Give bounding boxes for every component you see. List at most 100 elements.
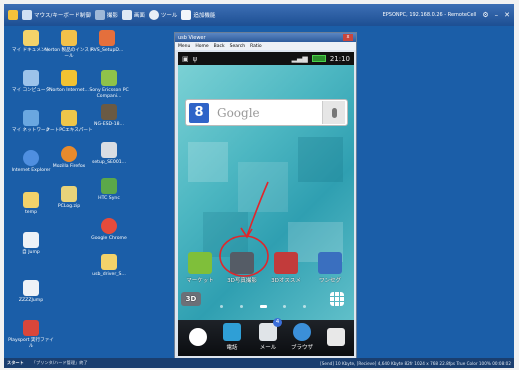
add-icon xyxy=(181,10,192,20)
page-dot xyxy=(303,304,306,308)
market-icon xyxy=(188,252,212,274)
usb-icon: ψ xyxy=(192,54,198,63)
3d-widget-button[interactable]: 3D xyxy=(180,292,202,308)
shoot-label: 撮影 xyxy=(106,13,118,19)
3d-icon: 3D xyxy=(181,292,201,306)
desktop-icon-jump[interactable]: 自 Jump xyxy=(6,232,56,256)
tv-icon xyxy=(318,252,342,274)
app-market[interactable]: マーケット xyxy=(180,252,220,284)
google-search-widget[interactable]: 8 Google xyxy=(185,99,348,126)
extra-button[interactable]: 追加機能 xyxy=(181,10,215,20)
wallpaper-tile xyxy=(298,137,343,182)
screen-label: 画面 xyxy=(133,13,145,19)
app-label: 3D写真撮影 xyxy=(227,278,257,284)
zip-icon xyxy=(61,186,77,202)
desktop-icon-ng-esd[interactable]: NG-ESD-18... xyxy=(84,104,134,128)
app-drawer-button[interactable] xyxy=(326,292,348,308)
keyboard-mouse-label: マウス/キーボード制御 xyxy=(34,13,91,19)
settings-icon[interactable]: ⚙ xyxy=(482,11,488,19)
dock-browser[interactable]: ブラウザ xyxy=(284,323,320,351)
keyboard-mouse-button[interactable]: マウス/キーボード制御 xyxy=(22,10,91,20)
desktop-icon-zzzz-jump[interactable]: ZZZZJump xyxy=(6,280,56,304)
firefox-icon xyxy=(61,146,77,162)
desktop-icon-htc-sync[interactable]: HTC Sync xyxy=(84,178,134,202)
globe-icon xyxy=(293,323,311,341)
screen-button[interactable]: 画面 xyxy=(121,10,145,20)
tools-label: ツール xyxy=(160,13,178,19)
norton-shield-icon xyxy=(61,70,77,86)
phone-viewer-window: usb Viewer x Menu Home Back Search Ratio… xyxy=(174,32,357,358)
windows-desktop: マイ ドキュメント Norton 製品のインストール RVS_SetupD...… xyxy=(4,26,514,358)
dock-mail[interactable]: 4 メール xyxy=(250,318,286,351)
grid-icon xyxy=(330,292,344,306)
desktop-icon-sony-ericsson[interactable]: Sony Ericsson PC Compani... xyxy=(84,70,134,99)
notebook-icon xyxy=(61,110,77,126)
lightning-icon[interactable] xyxy=(8,10,18,20)
gear-icon xyxy=(148,10,159,20)
start-button[interactable]: スタート xyxy=(7,360,24,366)
shoot-button[interactable]: 撮影 xyxy=(94,10,118,20)
signal-icon: ▂▄▆ xyxy=(291,54,308,63)
windows-taskbar: スタート 「プリンタ/ハード管理」終了 [Send] 10 Kbyte, [Re… xyxy=(4,358,514,368)
connection-stats: [Send] 10 Kbyte, [Recieve] 4,640 Kbyte 8… xyxy=(320,360,511,366)
archive-icon xyxy=(101,104,117,120)
menu-item-search[interactable]: Search xyxy=(230,44,245,49)
mail-icon: 4 xyxy=(259,318,282,341)
status-clock: 21:10 xyxy=(329,54,350,63)
sync-icon xyxy=(101,178,117,194)
wallpaper-tile xyxy=(188,142,228,182)
network-icon xyxy=(23,110,39,126)
dock-label: 電話 xyxy=(226,345,238,351)
viewer-title-bar[interactable]: usb Viewer x xyxy=(175,33,356,42)
dock-label: メール xyxy=(259,345,277,351)
viewer-menu-bar: Menu Home Back Search Ratio xyxy=(175,42,356,50)
close-button[interactable]: ✕ xyxy=(504,11,510,19)
desktop-icon-usb-driver[interactable]: usb_driver_S... xyxy=(84,254,134,278)
dock-home-button[interactable] xyxy=(180,323,216,348)
app-oneseg[interactable]: ワンセグ xyxy=(310,252,350,284)
norton-icon xyxy=(61,30,77,46)
wallpaper-tile xyxy=(238,162,288,212)
tools-button[interactable]: ツール xyxy=(148,10,178,20)
notification-icon: ▣ xyxy=(182,54,189,63)
app-label: マーケット xyxy=(186,278,214,284)
home-circle-icon xyxy=(189,328,207,346)
camera-icon xyxy=(94,10,105,20)
installer-icon xyxy=(99,30,115,46)
menu-item-ratio[interactable]: Ratio xyxy=(250,44,262,49)
menu-item-back[interactable]: Back xyxy=(214,44,225,49)
menu-item-home[interactable]: Home xyxy=(195,44,208,49)
monitor-icon xyxy=(121,10,132,20)
minimize-button[interactable]: – xyxy=(495,11,499,19)
app-3d-osusume[interactable]: 3Dオススメ xyxy=(266,252,306,284)
wallpaper-tile xyxy=(203,212,248,257)
camera-icon xyxy=(230,252,254,274)
google-icon: 8 xyxy=(189,102,209,123)
taskbar-task[interactable]: 「プリンタ/ハード管理」終了 xyxy=(32,360,88,366)
dock-recent-apps[interactable] xyxy=(318,323,354,348)
page-dot xyxy=(239,304,243,308)
remote-title: EPSONPC, 192.168.0.26 - RemoteCell xyxy=(382,12,477,18)
voice-search-button[interactable] xyxy=(322,101,345,124)
installer-icon xyxy=(101,142,117,158)
page-indicator xyxy=(220,303,306,309)
desktop-icon-playsport[interactable]: Playsport 実行ファイル xyxy=(6,320,56,349)
viewer-close-button[interactable]: x xyxy=(343,34,353,41)
extra-label: 追加機能 xyxy=(193,13,216,19)
remote-screen-frame: マウス/キーボード制御 撮影 画面 ツール 追加機能 EPSONPC, 192.… xyxy=(0,0,519,370)
dock-label: ブラウザ xyxy=(290,345,313,351)
desktop-icon-google-chrome[interactable]: Google Chrome xyxy=(84,218,134,242)
page-dot-active xyxy=(259,304,267,308)
search-placeholder: Google xyxy=(217,105,260,120)
remote-toolbar: マウス/キーボード制御 撮影 画面 ツール 追加機能 EPSONPC, 192.… xyxy=(4,4,514,26)
phone-app-icon xyxy=(101,70,117,86)
desktop-icon-rvs-setup[interactable]: RVS_SetupD... xyxy=(82,30,132,54)
menu-item-menu[interactable]: Menu xyxy=(178,44,190,49)
phone-icon xyxy=(223,323,241,341)
recent-apps-icon xyxy=(327,328,345,346)
dock-phone[interactable]: 電話 xyxy=(214,323,250,351)
chrome-icon xyxy=(101,218,117,234)
desktop-icon-setup-se001[interactable]: setup_SE001... xyxy=(84,142,134,166)
app-3d-camera[interactable]: 3D写真撮影 xyxy=(222,252,262,284)
page-dot xyxy=(220,304,223,308)
